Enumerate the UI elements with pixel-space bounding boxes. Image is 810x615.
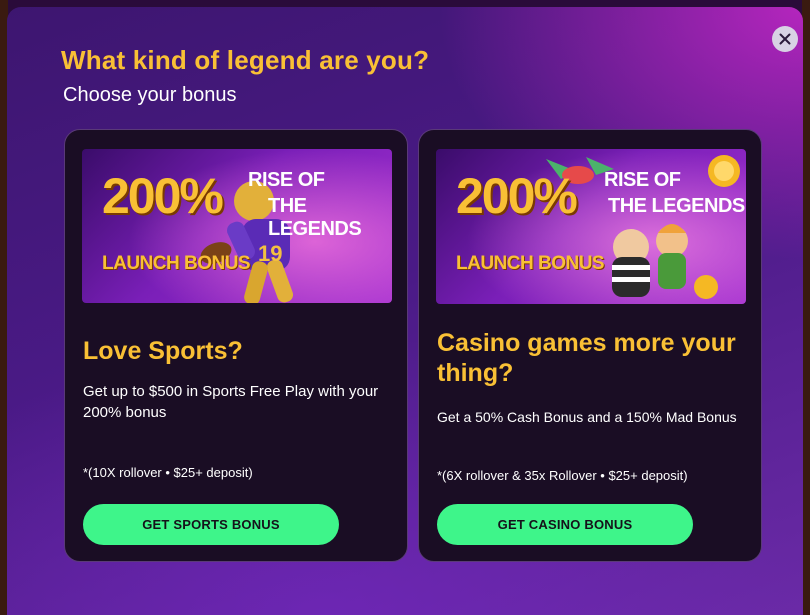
casino-promo-banner: 200% LAUNCH BONUS RISE OF THE LEGENDS	[436, 149, 746, 304]
casino-banner-launch: LAUNCH BONUS	[456, 253, 605, 274]
sports-banner-launch: LAUNCH BONUS	[102, 253, 251, 274]
get-sports-bonus-button[interactable]: GET SPORTS BONUS	[83, 504, 339, 545]
coin-icon	[694, 275, 718, 299]
sports-card-description: Get up to $500 in Sports Free Play with …	[83, 383, 379, 421]
sports-bonus-card: 19 200% LAUNCH BONUS RISE OF THE LEGENDS…	[64, 129, 408, 562]
casino-bonus-card: 200% LAUNCH BONUS RISE OF THE LEGENDS Ca…	[418, 129, 762, 562]
close-button[interactable]	[772, 26, 798, 52]
modal-headline: What kind of legend are you?	[61, 45, 430, 75]
sports-banner-percent: 200%	[102, 168, 224, 224]
elf-figure	[656, 224, 688, 289]
casino-banner-rise-of: RISE OF	[604, 169, 681, 191]
close-icon	[779, 33, 791, 45]
modal-subheadline: Choose your bonus	[63, 84, 237, 106]
sports-card-terms: *(10X rollover • $25+ deposit)	[83, 465, 253, 480]
svg-text:19: 19	[258, 241, 282, 266]
robber-figure	[612, 229, 650, 297]
sports-banner-rise-of: RISE OF	[248, 169, 325, 191]
casino-card-description: Get a 50% Cash Bonus and a 150% Mad Bonu…	[437, 409, 737, 425]
casino-card-title: Casino games more your thing?	[437, 329, 736, 387]
casino-banner-the-legends: THE LEGENDS	[608, 195, 745, 217]
casino-banner-percent: 200%	[456, 168, 578, 224]
casino-card-terms: *(6X rollover & 35x Rollover • $25+ depo…	[437, 468, 688, 483]
get-casino-bonus-button[interactable]: GET CASINO BONUS	[437, 504, 693, 545]
bonus-modal: What kind of legend are you? Choose your…	[7, 7, 803, 615]
sports-promo-banner: 19 200% LAUNCH BONUS RISE OF THE LEGENDS	[82, 149, 392, 303]
sports-banner-the-legends: THE LEGENDS	[268, 195, 362, 240]
sports-card-title: Love Sports?	[83, 337, 243, 365]
